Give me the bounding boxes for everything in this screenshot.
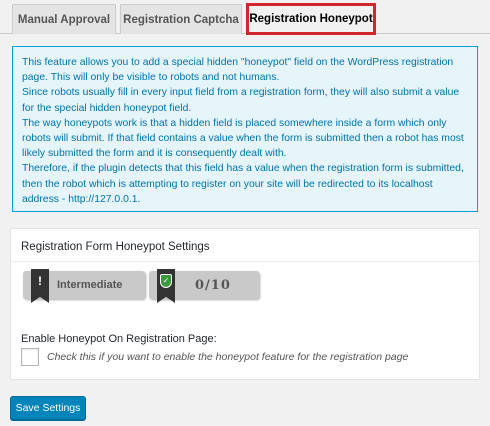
info-line: Since robots usually fill in every input… [22,87,460,114]
honeypot-settings-panel: Registration Form Honeypot Settings ! In… [10,228,480,380]
shield-check-icon: ✓ [157,269,175,303]
info-line: The way honeypots work is that a hidden … [22,117,464,160]
enable-honeypot-checkbox[interactable] [21,348,39,366]
tab-registration-honeypot[interactable]: Registration Honeypot [246,3,376,35]
info-line: Therefore, if the plugin detects that th… [22,163,464,205]
enable-honeypot-description: Check this if you want to enable the hon… [47,351,409,363]
tab-registration-captcha[interactable]: Registration Captcha [120,4,242,34]
info-notice: This feature allows you to add a special… [12,46,478,212]
difficulty-label: Intermediate [57,279,123,291]
tab-manual-approval[interactable]: Manual Approval [12,4,116,34]
panel-divider [11,261,479,262]
tab-bar: Manual Approval Registration Captcha Reg… [0,0,490,35]
score-value: 0/10 [195,277,231,293]
info-line: This feature allows you to add a special… [22,57,454,84]
score-badge: ✓ 0/10 [149,269,259,303]
enable-honeypot-label: Enable Honeypot On Registration Page: [21,333,217,345]
panel-title: Registration Form Honeypot Settings [21,241,210,253]
save-settings-button[interactable]: Save Settings [10,396,86,420]
difficulty-badge: ! Intermediate [23,269,145,303]
exclamation-flag-icon: ! [31,269,49,303]
